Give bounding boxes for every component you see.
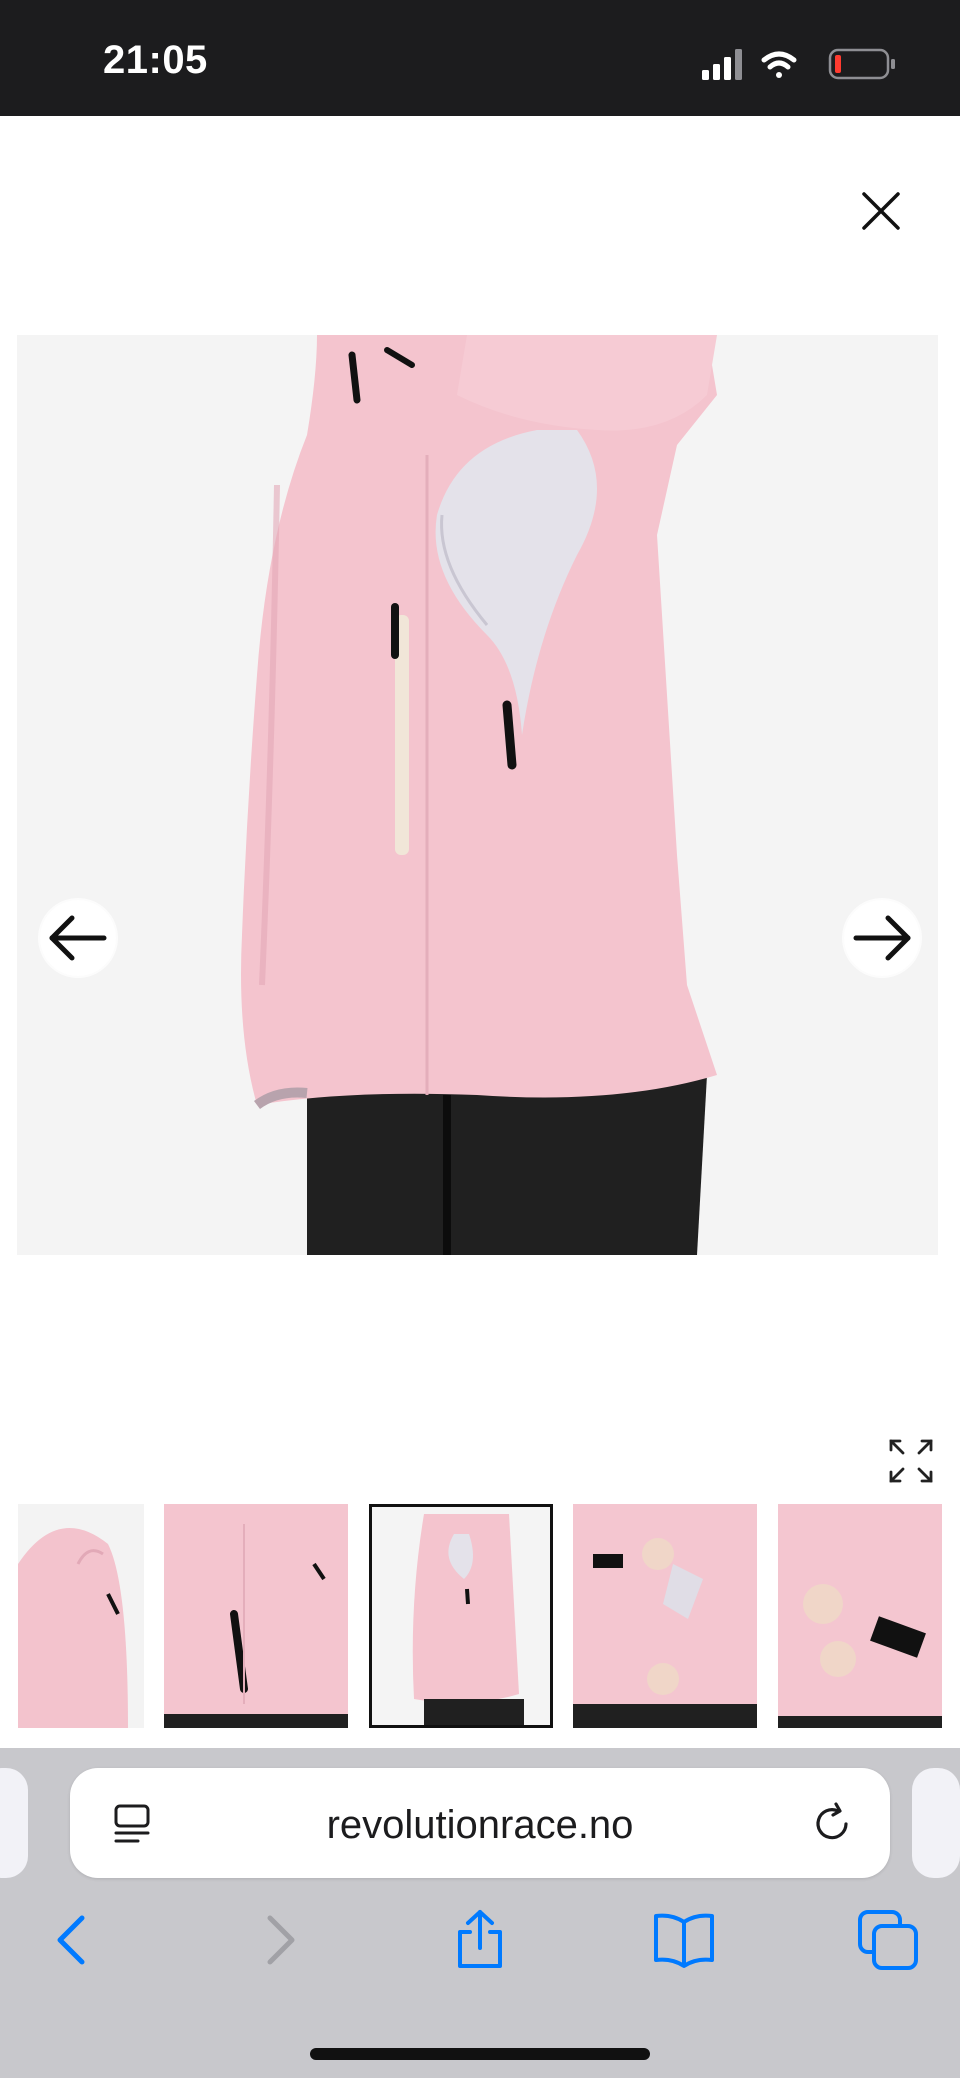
thumbnail-4[interactable] [573,1504,757,1728]
previous-tab-peek[interactable] [0,1768,28,1878]
next-image-button[interactable] [842,898,922,978]
url-text: revolutionrace.no [326,1803,634,1847]
close-icon [862,192,900,230]
next-tab-peek[interactable] [912,1768,960,1878]
thumbnail-5[interactable] [778,1504,942,1728]
share-icon [458,1910,502,1968]
previous-image-button[interactable] [38,898,118,978]
product-image [17,335,938,1255]
forward-icon [267,1915,295,1965]
fullscreen-button[interactable] [886,1436,936,1486]
signal-icon [702,49,742,80]
bookmarks-button[interactable] [652,1908,716,1972]
browser-toolbar: revolutionrace.no [0,1748,960,2078]
status-time: 21:05 [103,38,208,82]
forward-button[interactable] [248,1908,312,1972]
home-indicator [310,2048,650,2060]
tabs-button[interactable] [856,1908,920,1972]
thumbnail-strip [0,1504,960,1730]
close-button[interactable] [858,188,904,234]
jacket-side-illustration [17,335,938,1255]
back-icon [57,1915,85,1965]
reload-icon[interactable] [810,1802,854,1846]
back-button[interactable] [40,1908,104,1972]
wifi-icon [761,51,797,78]
thumbnail-1[interactable] [18,1504,144,1728]
status-icons [702,48,895,80]
share-button[interactable] [448,1908,512,1972]
expand-icon [889,1439,933,1483]
battery-low-icon [828,48,895,80]
thumbnail-3[interactable] [369,1504,553,1728]
status-bar: 21:05 [0,0,960,116]
page: 21:05 revolutionrace.no [0,0,960,2078]
thumbnail-2[interactable] [164,1504,348,1728]
bookmarks-icon [654,1913,714,1968]
tabs-icon [858,1910,918,1970]
address-bar[interactable]: revolutionrace.no [70,1768,890,1878]
